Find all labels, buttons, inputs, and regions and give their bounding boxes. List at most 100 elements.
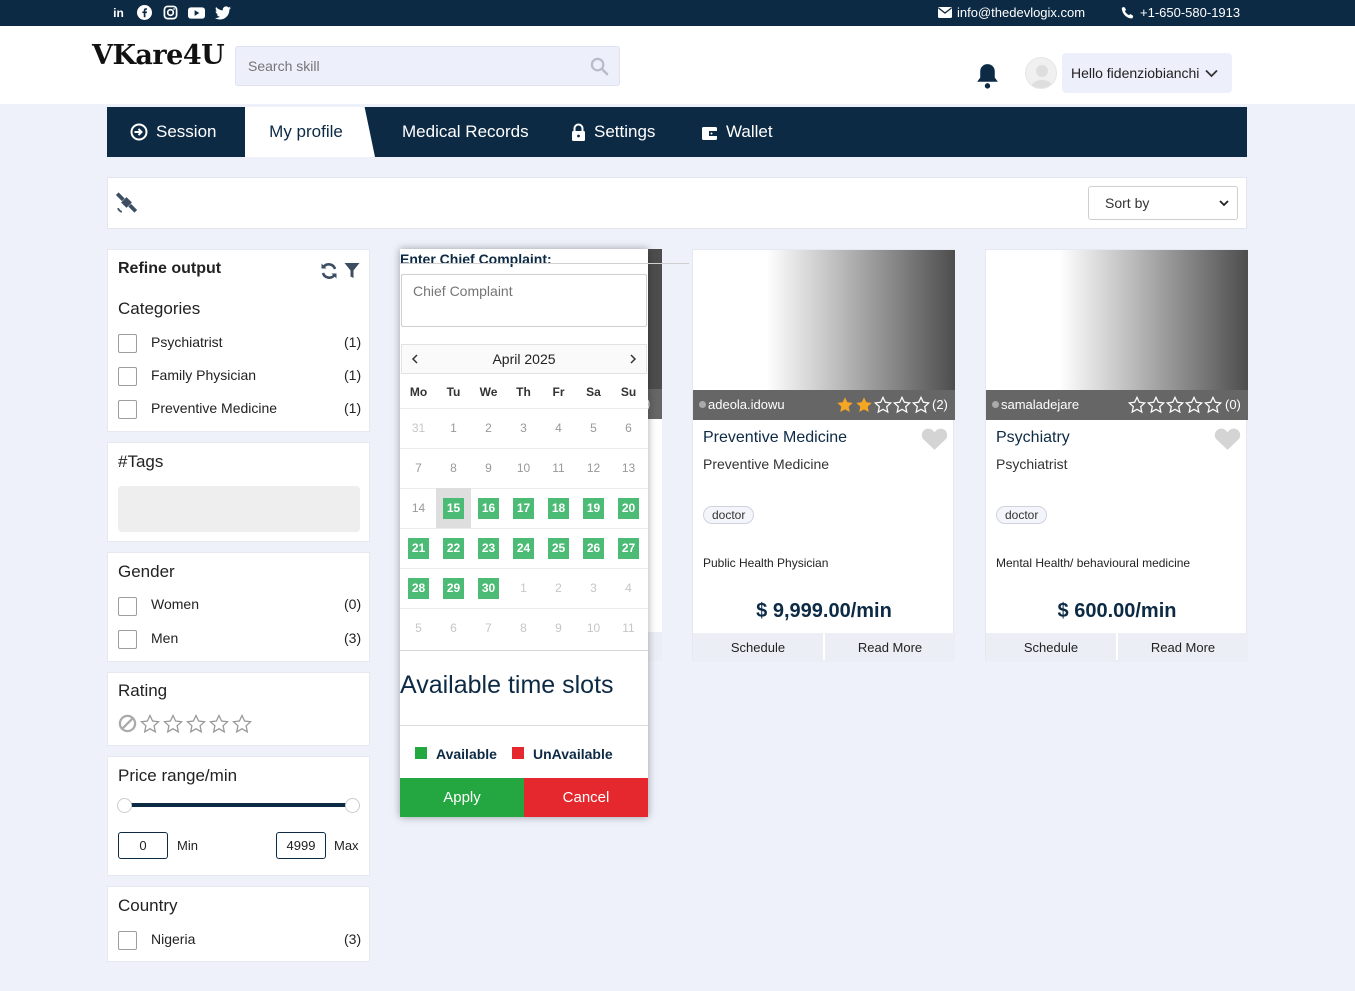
heart-icon[interactable] bbox=[1214, 427, 1241, 451]
card-tag[interactable]: doctor bbox=[703, 506, 755, 524]
category-checkbox-preventive-medicine[interactable] bbox=[118, 400, 137, 419]
calendar-day-available[interactable]: 30 bbox=[471, 568, 506, 608]
star-outline-icon[interactable] bbox=[209, 714, 229, 734]
tab-wallet-label: Wallet bbox=[726, 122, 773, 141]
sort-by-select[interactable]: Sort by bbox=[1088, 186, 1238, 220]
chief-complaint-input[interactable] bbox=[401, 274, 647, 327]
tab-session[interactable]: Session bbox=[130, 107, 216, 157]
bell-icon[interactable] bbox=[975, 62, 1000, 89]
calendar-day-available[interactable]: 27 bbox=[611, 528, 646, 568]
user-menu-button[interactable]: Hello fidenziobianchi bbox=[1062, 53, 1232, 93]
country-label: Nigeria bbox=[151, 931, 196, 947]
divider bbox=[399, 263, 689, 264]
avatar[interactable] bbox=[1025, 57, 1057, 89]
schedule-button[interactable]: Schedule bbox=[693, 633, 823, 662]
card-image bbox=[986, 250, 1248, 390]
tab-medical-records[interactable]: Medical Records bbox=[402, 107, 529, 157]
price-min-input[interactable]: 0 bbox=[118, 832, 168, 859]
email-contact[interactable]: info@thedevlogix.com bbox=[938, 5, 1085, 20]
calendar-day-available[interactable]: 29 bbox=[436, 568, 471, 608]
calendar-day-available[interactable]: 24 bbox=[506, 528, 541, 568]
satellite-icon[interactable] bbox=[115, 191, 138, 214]
star-outline-icon bbox=[1166, 396, 1184, 414]
price-range-title: Price range/min bbox=[118, 766, 238, 785]
tab-wallet[interactable]: Wallet bbox=[701, 107, 773, 157]
apply-button[interactable]: Apply bbox=[400, 778, 524, 817]
calendar-day-available[interactable]: 23 bbox=[471, 528, 506, 568]
price-slider-min-handle[interactable] bbox=[117, 798, 132, 813]
price-max-input[interactable]: 4999 bbox=[276, 832, 326, 859]
search-icon[interactable] bbox=[590, 57, 609, 76]
social-links: in bbox=[110, 4, 231, 21]
read-more-button[interactable]: Read More bbox=[1118, 633, 1248, 662]
weekday-label: Fr bbox=[552, 385, 565, 399]
calendar-day-available[interactable]: 21 bbox=[401, 528, 436, 568]
lock-icon bbox=[572, 123, 585, 141]
gender-count: (0) bbox=[344, 596, 362, 612]
card-rating bbox=[1128, 396, 1222, 414]
divider bbox=[400, 725, 648, 726]
card-tag[interactable]: doctor bbox=[996, 506, 1048, 524]
envelope-icon bbox=[938, 7, 952, 18]
card-price: $ 9,999.00/min bbox=[756, 600, 892, 622]
calendar-day: 4 bbox=[625, 581, 632, 595]
refresh-icon[interactable] bbox=[320, 262, 338, 280]
chevron-right-icon[interactable] bbox=[629, 354, 637, 364]
tags-input[interactable] bbox=[118, 486, 360, 532]
ban-icon[interactable] bbox=[118, 714, 137, 733]
doctor-card[interactable]: adeola.idowu (2) Preventive Medicine Pre… bbox=[692, 249, 955, 662]
calendar-day-available[interactable]: 22 bbox=[436, 528, 471, 568]
calendar-day-available[interactable]: 26 bbox=[576, 528, 611, 568]
sort-by-label: Sort by bbox=[1105, 195, 1150, 211]
linkedin-icon[interactable]: in bbox=[110, 4, 127, 21]
logo[interactable]: VKare4U bbox=[92, 40, 225, 71]
gender-checkbox-women[interactable] bbox=[118, 597, 137, 616]
calendar-day-available[interactable]: 18 bbox=[541, 488, 576, 528]
filter-icon[interactable] bbox=[344, 262, 360, 279]
youtube-icon[interactable] bbox=[188, 4, 205, 21]
calendar-day-available[interactable]: 15 bbox=[436, 488, 471, 528]
read-more-button[interactable]: Read More bbox=[825, 633, 955, 662]
sign-in-icon bbox=[130, 123, 148, 141]
chief-complaint-label: Enter Chief Complaint: bbox=[400, 251, 552, 267]
star-outline-icon[interactable] bbox=[140, 714, 160, 734]
star-outline-icon[interactable] bbox=[186, 714, 206, 734]
category-checkbox-psychiatrist[interactable] bbox=[118, 334, 137, 353]
calendar-day-available[interactable]: 25 bbox=[541, 528, 576, 568]
phone-contact[interactable]: +1-650-580-1913 bbox=[1121, 5, 1240, 20]
heart-icon[interactable] bbox=[921, 427, 948, 451]
calendar-day-available[interactable]: 20 bbox=[611, 488, 646, 528]
search-input[interactable] bbox=[236, 47, 566, 85]
gender-checkbox-men[interactable] bbox=[118, 630, 137, 649]
calendar-day-available[interactable]: 19 bbox=[576, 488, 611, 528]
category-label: Preventive Medicine bbox=[151, 400, 278, 416]
doctor-card[interactable]: samaladejare (0) Psychiatry Psychiatrist… bbox=[985, 249, 1248, 662]
tab-medical-records-label: Medical Records bbox=[402, 122, 529, 141]
gender-label: Women bbox=[151, 596, 199, 612]
star-outline-icon bbox=[1128, 396, 1146, 414]
calendar-day: 2 bbox=[485, 421, 492, 435]
tags-title: #Tags bbox=[118, 452, 164, 471]
price-min-label: Min bbox=[177, 838, 198, 853]
category-checkbox-family-physician[interactable] bbox=[118, 367, 137, 386]
twitter-icon[interactable] bbox=[214, 4, 231, 21]
tab-settings[interactable]: Settings bbox=[571, 107, 655, 157]
star-outline-icon[interactable] bbox=[163, 714, 183, 734]
country-checkbox-nigeria[interactable] bbox=[118, 931, 137, 950]
phone-icon bbox=[1121, 6, 1134, 18]
calendar-day-available[interactable]: 17 bbox=[506, 488, 541, 528]
price-slider-max-handle[interactable] bbox=[345, 798, 360, 813]
star-filled-icon bbox=[856, 397, 872, 413]
schedule-button[interactable]: Schedule bbox=[986, 633, 1116, 662]
facebook-icon[interactable] bbox=[136, 4, 153, 21]
calendar-day-available[interactable]: 16 bbox=[471, 488, 506, 528]
tab-my-profile[interactable]: My profile bbox=[245, 107, 375, 157]
cancel-button[interactable]: Cancel bbox=[524, 778, 648, 817]
star-outline-icon[interactable] bbox=[232, 714, 252, 734]
calendar-day: 11 bbox=[552, 461, 565, 475]
calendar-day-available[interactable]: 28 bbox=[401, 568, 436, 608]
instagram-icon[interactable] bbox=[162, 4, 179, 21]
top-bar: in info@thedevlogix.com +1-650-580-1913 bbox=[0, 0, 1355, 26]
calendar-day: 5 bbox=[590, 421, 597, 435]
price-slider-track[interactable] bbox=[126, 803, 352, 807]
